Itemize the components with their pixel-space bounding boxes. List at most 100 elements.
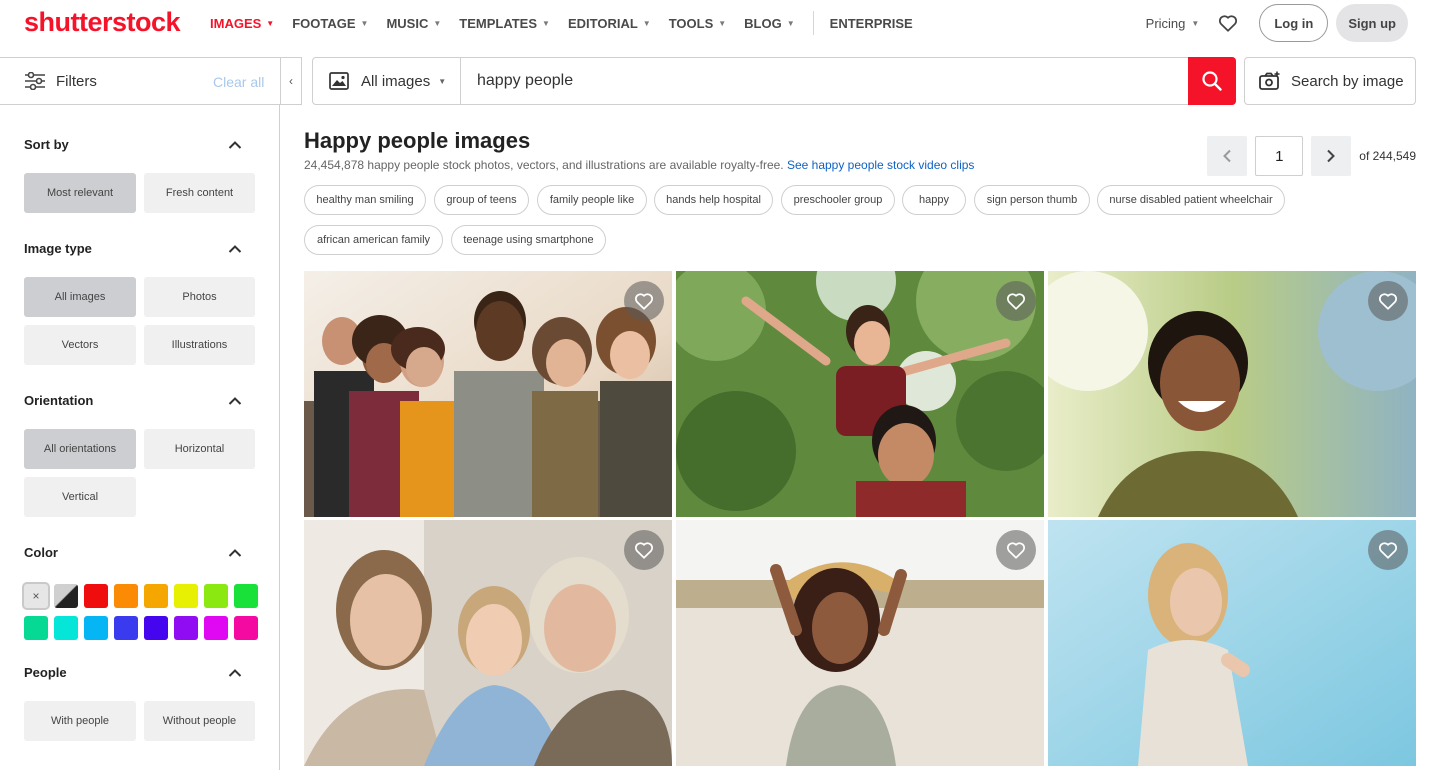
- search-box: All images ▼: [312, 57, 1236, 105]
- chevron-down-icon: ▼: [718, 18, 727, 28]
- type-vectors[interactable]: Vectors: [24, 325, 136, 365]
- result-image-thumbs-woman[interactable]: [1048, 520, 1416, 766]
- chip-healthy-man-smiling[interactable]: healthy man smiling: [304, 185, 426, 215]
- nav-enterprise-label: ENTERPRISE: [829, 15, 913, 31]
- sort-fresh-content[interactable]: Fresh content: [144, 173, 255, 213]
- chevron-down-icon: ▼: [266, 18, 275, 28]
- orientation-horizontal[interactable]: Horizontal: [144, 429, 255, 469]
- asset-type-label: All images: [361, 72, 431, 90]
- color-swatch[interactable]: [174, 616, 198, 640]
- color-swatch[interactable]: [204, 584, 228, 608]
- search-by-image-label: Search by image: [1291, 72, 1404, 90]
- chip-preschooler-group[interactable]: preschooler group: [781, 185, 895, 215]
- color-swatch[interactable]: [144, 584, 168, 608]
- photo-father-daughter-outdoors: [676, 271, 1044, 517]
- heart-icon[interactable]: [1217, 12, 1239, 34]
- color-swatch[interactable]: [24, 616, 48, 640]
- people-without[interactable]: Without people: [144, 701, 255, 741]
- collapse-sidebar-button[interactable]: ‹: [280, 57, 302, 105]
- next-page-button[interactable]: [1311, 136, 1352, 176]
- nav-music-label: MUSIC: [386, 15, 429, 31]
- nav-editorial-label: EDITORIAL: [567, 15, 638, 31]
- color-swatch[interactable]: [84, 616, 108, 640]
- chevron-up-icon[interactable]: [228, 244, 242, 254]
- clear-all-link[interactable]: Clear all: [213, 74, 264, 90]
- prev-page-button[interactable]: [1207, 136, 1248, 176]
- chip-family-people-like[interactable]: family people like: [537, 185, 647, 215]
- favorite-button[interactable]: [996, 530, 1036, 570]
- orientation-title: Orientation: [24, 393, 94, 408]
- favorite-button[interactable]: [624, 281, 664, 321]
- chevron-up-icon[interactable]: [228, 140, 242, 150]
- favorite-button[interactable]: [1368, 281, 1408, 321]
- chip-hands-help-hospital[interactable]: hands help hospital: [654, 185, 773, 215]
- result-image-group-friends[interactable]: [304, 271, 672, 517]
- heart-icon: [634, 542, 654, 559]
- account-nav: Pricing ▼ Log in Sign up: [1146, 0, 1434, 46]
- color-swatch-black-white[interactable]: [54, 584, 78, 608]
- photo-group-of-friends: [304, 271, 672, 517]
- color-swatch[interactable]: [114, 584, 138, 608]
- nav-music[interactable]: MUSIC ▼: [386, 16, 441, 31]
- nav-editorial[interactable]: EDITORIAL ▼: [568, 16, 651, 31]
- result-image-smiling-woman[interactable]: [1048, 271, 1416, 517]
- chevron-down-icon: ▼: [433, 18, 442, 28]
- chevron-up-icon[interactable]: [228, 548, 242, 558]
- chevron-up-icon[interactable]: [228, 668, 242, 678]
- color-swatch[interactable]: [114, 616, 138, 640]
- color-swatch[interactable]: [234, 584, 258, 608]
- pricing-menu[interactable]: Pricing ▼: [1146, 16, 1200, 31]
- chip-nurse-disabled-patient-wheelchair[interactable]: nurse disabled patient wheelchair: [1097, 185, 1285, 215]
- search-button[interactable]: [1188, 57, 1236, 105]
- video-clips-link[interactable]: See happy people stock video clips: [787, 158, 974, 172]
- chevron-down-icon: ▼: [786, 18, 795, 28]
- orientation-all[interactable]: All orientations: [24, 429, 136, 469]
- heart-icon: [1378, 542, 1398, 559]
- nav-templates[interactable]: TEMPLATES ▼: [459, 16, 550, 31]
- favorite-button[interactable]: [624, 530, 664, 570]
- filters-sidebar: Sort by Most relevant Fresh content Imag…: [0, 105, 280, 770]
- nav-blog[interactable]: BLOG ▼: [744, 16, 794, 31]
- color-swatch[interactable]: [174, 584, 198, 608]
- filters-bar[interactable]: Filters Clear all: [0, 57, 280, 105]
- result-image-beach-woman[interactable]: [676, 520, 1044, 766]
- orientation-vertical[interactable]: Vertical: [24, 477, 136, 517]
- people-with[interactable]: With people: [24, 701, 136, 741]
- asset-type-select[interactable]: All images ▼: [313, 58, 461, 104]
- nav-footage[interactable]: FOOTAGE ▼: [292, 16, 368, 31]
- chip-happy[interactable]: happy: [902, 185, 966, 215]
- type-all-images[interactable]: All images: [24, 277, 136, 317]
- color-swatch[interactable]: [204, 616, 228, 640]
- page-number-input[interactable]: 1: [1255, 136, 1304, 176]
- sort-most-relevant[interactable]: Most relevant: [24, 173, 136, 213]
- heart-icon: [1378, 293, 1398, 310]
- type-illustrations[interactable]: Illustrations: [144, 325, 255, 365]
- chevron-up-icon[interactable]: [228, 396, 242, 406]
- color-swatch[interactable]: [84, 584, 108, 608]
- color-swatch[interactable]: [54, 616, 78, 640]
- nav-enterprise[interactable]: ENTERPRISE: [830, 16, 913, 31]
- color-clear-swatch[interactable]: ×: [24, 584, 48, 608]
- chevron-left-icon: [1223, 149, 1231, 163]
- chip-sign-person-thumb[interactable]: sign person thumb: [974, 185, 1090, 215]
- search-by-image-button[interactable]: Search by image: [1244, 57, 1416, 105]
- chip-teenage-using-smartphone[interactable]: teenage using smartphone: [451, 225, 606, 255]
- type-photos[interactable]: Photos: [144, 277, 255, 317]
- result-image-father-daughter[interactable]: [676, 271, 1044, 517]
- search-input[interactable]: [462, 58, 1188, 104]
- favorite-button[interactable]: [1368, 530, 1408, 570]
- favorite-button[interactable]: [996, 281, 1036, 321]
- shutterstock-logo[interactable]: shutterstock: [24, 7, 181, 38]
- color-swatch[interactable]: [144, 616, 168, 640]
- nav-tools[interactable]: TOOLS ▼: [669, 16, 726, 31]
- signup-button[interactable]: Sign up: [1336, 4, 1408, 42]
- login-button[interactable]: Log in: [1259, 4, 1329, 42]
- result-image-three-generations[interactable]: [304, 520, 672, 766]
- nav-images[interactable]: IMAGES ▼: [210, 16, 274, 31]
- color-swatch[interactable]: [234, 616, 258, 640]
- chip-african-american-family[interactable]: african american family: [304, 225, 443, 255]
- heart-icon: [1006, 542, 1026, 559]
- chip-group-of-teens[interactable]: group of teens: [434, 185, 529, 215]
- chevron-down-icon: ▼: [360, 18, 369, 28]
- nav-images-label: IMAGES: [210, 15, 262, 31]
